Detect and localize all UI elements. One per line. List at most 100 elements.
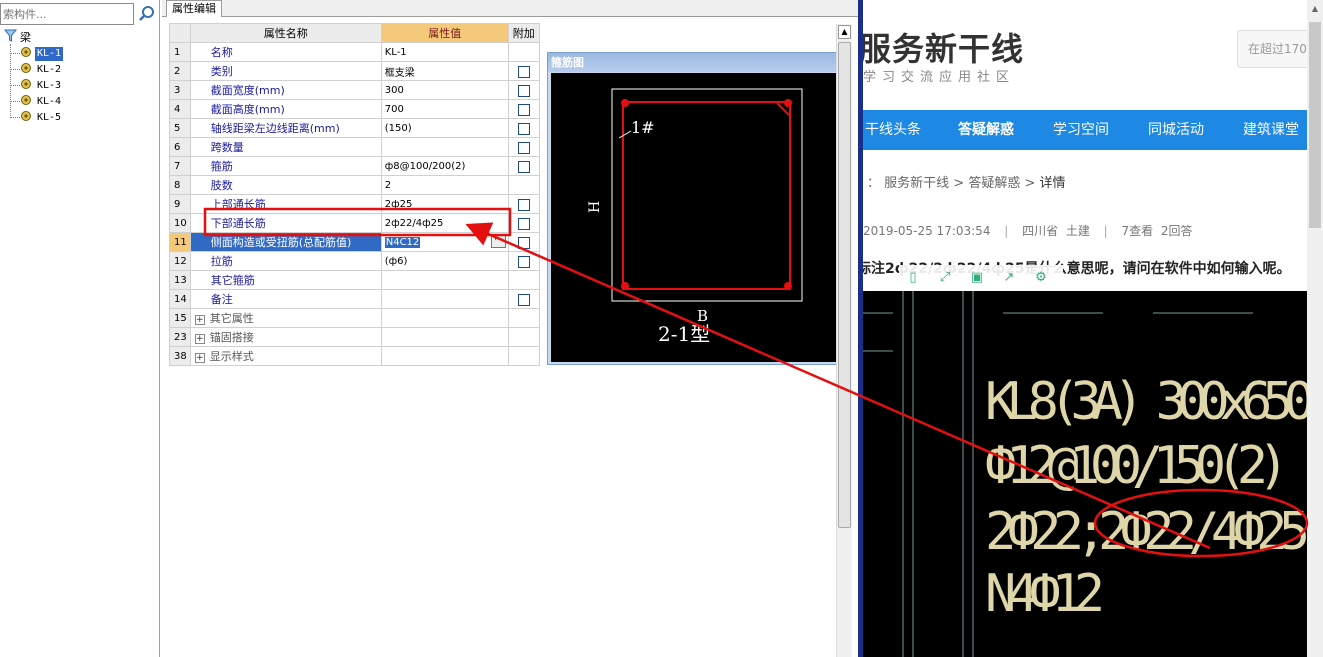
- gear-icon: [20, 110, 32, 125]
- property-value-text[interactable]: N4C12: [384, 236, 421, 248]
- property-value[interactable]: (150): [380, 118, 509, 138]
- property-value[interactable]: (ф6): [380, 251, 509, 271]
- property-row[interactable]: 2 类别 框支梁: [169, 61, 540, 81]
- nav-item-qa[interactable]: 答疑解惑: [958, 110, 1014, 150]
- property-value[interactable]: 2ф25: [380, 194, 509, 214]
- property-value[interactable]: [380, 270, 509, 290]
- property-row[interactable]: 4 截面高度(mm) 700: [169, 99, 540, 119]
- attach-checkbox[interactable]: [517, 122, 530, 135]
- property-row[interactable]: 10 下部通长筋 2ф22/4ф25: [169, 213, 540, 233]
- attach-checkbox[interactable]: [517, 255, 530, 268]
- site-logo[interactable]: 服务新干线: [863, 24, 1024, 70]
- site-search-input[interactable]: 在超过170: [1237, 30, 1317, 68]
- question-meta: 2019-05-25 17:03:54 | 四川省 土建 | 7查看 2回答: [863, 224, 1193, 238]
- nav-item-classroom[interactable]: 建筑课堂: [1243, 110, 1299, 150]
- property-row[interactable]: 14 备注: [169, 289, 540, 309]
- property-row[interactable]: 1 名称 KL-1: [169, 42, 540, 62]
- attach-checkbox[interactable]: [517, 84, 530, 97]
- editor-scrollbar[interactable]: ▲: [836, 24, 852, 657]
- property-value[interactable]: N4C12 ···: [380, 232, 509, 252]
- scroll-thumb[interactable]: [838, 42, 851, 528]
- property-group-row[interactable]: 38 + 显示样式: [169, 346, 540, 366]
- property-value: [380, 308, 509, 328]
- attach-checkbox[interactable]: [517, 141, 530, 154]
- gear-icon: [20, 78, 32, 93]
- page-scroll-thumb[interactable]: [1309, 22, 1321, 228]
- stirrup-type-label: 2-1型: [658, 322, 710, 346]
- property-value[interactable]: KL-1: [380, 42, 509, 62]
- attach-checkbox[interactable]: [517, 103, 530, 116]
- attach-checkbox[interactable]: [517, 236, 530, 249]
- nav-item-events[interactable]: 同城活动: [1148, 110, 1204, 150]
- property-row[interactable]: 13 其它箍筋: [169, 270, 540, 290]
- tree-root-beam[interactable]: 梁: [3, 29, 31, 44]
- property-row[interactable]: 5 轴线距梁左边线距离(mm) (150): [169, 118, 540, 138]
- property-value[interactable]: 2: [380, 175, 509, 195]
- tree-item-kl-4[interactable]: KL-4: [10, 94, 63, 109]
- property-row[interactable]: 3 截面宽度(mm) 300: [169, 80, 540, 100]
- tree-item-kl-3[interactable]: KL-3: [10, 78, 63, 93]
- property-value[interactable]: ф8@100/200(2): [380, 156, 509, 176]
- nav-item-learning[interactable]: 学习空间: [1053, 110, 1109, 150]
- property-value[interactable]: 2ф22/4ф25: [380, 213, 509, 233]
- expand-plus-icon[interactable]: +: [194, 315, 205, 325]
- rebar-top-right: [784, 99, 792, 107]
- property-group-row[interactable]: 15 + 其它属性: [169, 308, 540, 328]
- breadcrumb-section[interactable]: 答疑解惑: [968, 176, 1020, 191]
- tab-property-editor[interactable]: 属性编辑: [166, 0, 222, 17]
- share-icon[interactable]: ↗: [999, 268, 1019, 288]
- property-value[interactable]: 框支梁: [380, 61, 509, 81]
- attach-cell: [507, 308, 540, 328]
- attach-cell: [507, 270, 540, 290]
- page-scrollbar[interactable]: ▲: [1307, 0, 1323, 657]
- search-icon[interactable]: [137, 4, 157, 24]
- property-value[interactable]: [380, 137, 509, 157]
- attach-checkbox[interactable]: [517, 160, 530, 173]
- tree-item-kl-1[interactable]: KL-1: [10, 46, 64, 61]
- tree-item-kl-2[interactable]: KL-2: [10, 62, 63, 77]
- component-search-box[interactable]: [0, 3, 134, 25]
- tree-connector: [10, 117, 20, 118]
- page-scroll-up-icon[interactable]: ▲: [1309, 4, 1321, 16]
- property-row[interactable]: 7 箍筋 ф8@100/200(2): [169, 156, 540, 176]
- property-group[interactable]: + 显示样式: [189, 346, 382, 366]
- breadcrumb-home[interactable]: 服务新干线: [884, 176, 949, 191]
- property-group-row[interactable]: 23 + 锚固搭接: [169, 327, 540, 347]
- property-value[interactable]: 700: [380, 99, 509, 119]
- row-number: 10: [169, 213, 191, 233]
- property-row[interactable]: 11 侧面构造或受扭筋(总配筋值) N4C12 ···: [169, 232, 540, 252]
- grid-header-value: 属性值: [380, 23, 509, 43]
- expand-plus-icon[interactable]: +: [194, 353, 205, 363]
- meta-location: 四川省: [1022, 224, 1059, 238]
- scroll-up-icon[interactable]: ▲: [838, 25, 851, 39]
- component-search-input[interactable]: [1, 4, 133, 24]
- meta-category: 土建: [1065, 224, 1090, 238]
- property-row[interactable]: 12 拉筋 (ф6): [169, 251, 540, 271]
- property-group[interactable]: + 其它属性: [189, 308, 382, 328]
- property-value[interactable]: 300: [380, 80, 509, 100]
- property-row[interactable]: 8 肢数 2: [169, 175, 540, 195]
- attach-checkbox[interactable]: [517, 217, 530, 230]
- component-tree-panel: 梁 KL-1 KL-2 KL-3 KL-4 KL-5: [0, 0, 160, 657]
- property-value[interactable]: [380, 289, 509, 309]
- expand-plus-icon[interactable]: +: [194, 334, 205, 344]
- settings-icon[interactable]: ⚙: [1031, 268, 1051, 288]
- row-number: 5: [169, 118, 191, 138]
- ellipsis-button[interactable]: ···: [490, 235, 506, 248]
- property-group[interactable]: + 锚固搭接: [189, 327, 382, 347]
- tree-item-kl-5[interactable]: KL-5: [10, 110, 63, 125]
- attach-checkbox[interactable]: [517, 293, 530, 306]
- row-number: 38: [169, 346, 191, 366]
- attach-checkbox[interactable]: [517, 65, 530, 78]
- row-number: 11: [169, 232, 191, 252]
- meta-answers: 2回答: [1160, 224, 1193, 238]
- copy-icon[interactable]: ▯: [903, 268, 923, 288]
- save-icon[interactable]: ▣: [967, 268, 987, 288]
- attach-checkbox[interactable]: [517, 198, 530, 211]
- property-row[interactable]: 9 上部通长筋 2ф25: [169, 194, 540, 214]
- expand-icon[interactable]: ⤢: [935, 268, 955, 288]
- grid-header-extra: 附加: [507, 23, 540, 43]
- property-row[interactable]: 6 跨数量: [169, 137, 540, 157]
- nav-item-headlines[interactable]: 干线头条: [865, 110, 921, 150]
- property-name: 下部通长筋: [189, 213, 382, 233]
